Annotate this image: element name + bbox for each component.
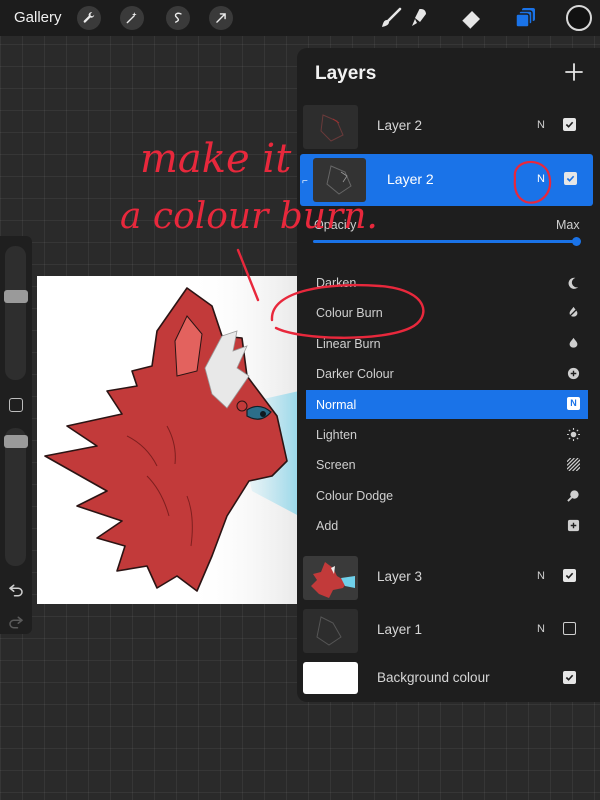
layer-blend-mode[interactable]: N — [537, 623, 545, 635]
blend-mode-normal[interactable]: Normal N — [306, 389, 588, 419]
sun-icon — [567, 428, 580, 441]
magnifier-icon — [567, 490, 579, 502]
modify-button[interactable] — [9, 398, 23, 412]
annotation-text-line-1: make it — [140, 136, 292, 182]
blend-mode-label: Colour Dodge — [316, 488, 394, 503]
selected-layer-row[interactable]: ⌐ Layer 2 N — [300, 154, 593, 206]
checkmark-icon — [565, 572, 574, 579]
blend-mode-label: Darker Colour — [316, 367, 394, 382]
layer-visibility-checkbox[interactable] — [563, 118, 576, 131]
magic-wand-icon[interactable] — [120, 6, 144, 30]
layer-row[interactable]: Layer 1 N — [297, 606, 600, 656]
transform-icon[interactable] — [209, 6, 233, 30]
layer-name: Layer 1 — [377, 622, 423, 637]
wrench-icon[interactable] — [77, 6, 101, 30]
blend-mode-add[interactable]: Add — [306, 511, 588, 540]
burn-icon — [568, 307, 579, 318]
blend-mode-colour-dodge[interactable]: Colour Dodge — [306, 481, 588, 510]
flame-icon — [569, 337, 578, 348]
opacity-max-value: Max — [556, 218, 580, 232]
layers-icon[interactable] — [512, 4, 540, 32]
blend-mode-label: Darken — [316, 276, 357, 290]
background-colour-swatch[interactable] — [303, 662, 358, 694]
layer-name: Layer 2 — [387, 171, 434, 187]
layer-blend-mode[interactable]: N — [537, 119, 545, 131]
background-colour-row[interactable]: Background colour — [297, 658, 600, 698]
blend-mode-label: Colour Burn — [316, 306, 383, 321]
brush-icon[interactable] — [377, 4, 405, 32]
eraser-icon[interactable] — [457, 4, 485, 32]
layer-thumbnail — [313, 158, 366, 202]
opacity-label: Opacity — [314, 218, 357, 232]
layer-name: Layer 2 — [377, 118, 423, 133]
opacity-slider-knob[interactable] — [572, 237, 581, 246]
moon-icon — [568, 277, 579, 289]
add-layer-icon[interactable] — [562, 60, 586, 84]
n-badge-icon: N — [567, 396, 580, 410]
layer-name: Layer 3 — [377, 569, 423, 584]
layer-blend-mode[interactable]: N — [537, 570, 545, 582]
drawing-canvas[interactable] — [37, 276, 299, 604]
blend-mode-label: Linear Burn — [316, 336, 381, 351]
brush-opacity-slider[interactable] — [5, 428, 26, 566]
plus-square-icon — [567, 520, 580, 532]
layers-title: Layers — [315, 63, 377, 84]
blend-mode-darken[interactable]: Darken — [306, 268, 588, 297]
layer-visibility-checkbox[interactable] — [564, 172, 577, 185]
checkmark-icon — [565, 674, 574, 681]
blend-mode-label: Lighten — [316, 428, 358, 442]
selection-icon[interactable] — [166, 6, 190, 30]
clip-bracket-icon: ⌐ — [302, 176, 308, 187]
gallery-button[interactable]: Gallery — [14, 9, 62, 26]
brush-size-thumb[interactable] — [4, 290, 28, 303]
plus-circle-icon — [567, 368, 580, 380]
brush-opacity-thumb[interactable] — [4, 434, 28, 448]
blend-mode-colour-burn[interactable]: Colour Burn — [306, 298, 588, 327]
blend-mode-list: Darken Colour Burn Linear Burn Darker Colou… — [306, 268, 588, 542]
fox-artwork — [44, 276, 299, 604]
layer-visibility-checkbox[interactable] — [563, 671, 576, 684]
blend-mode-linear-burn[interactable]: Linear Burn — [306, 329, 588, 358]
layer-blend-mode[interactable]: N — [537, 173, 545, 185]
layer-visibility-checkbox[interactable] — [563, 569, 576, 582]
hatch-icon — [567, 458, 580, 472]
undo-icon[interactable] — [7, 580, 25, 598]
layer-row[interactable]: Layer 3 N — [297, 553, 600, 603]
opacity-slider[interactable] — [313, 240, 577, 243]
layer-row[interactable]: Layer 2 N — [297, 102, 600, 152]
checkmark-icon — [566, 175, 575, 182]
layer-thumbnail — [303, 609, 358, 653]
layer-visibility-checkbox[interactable] — [563, 622, 576, 635]
top-toolbar: Gallery — [0, 0, 600, 36]
blend-mode-darker-colour[interactable]: Darker Colour — [306, 359, 588, 388]
blend-mode-label: Normal — [316, 397, 357, 412]
left-sidebar — [0, 236, 32, 634]
blend-mode-label: Screen — [316, 458, 356, 473]
layer-thumbnail — [303, 556, 358, 600]
layer-name: Background colour — [377, 670, 490, 685]
redo-icon[interactable] — [7, 612, 25, 630]
checkmark-icon — [565, 121, 574, 128]
smudge-icon[interactable] — [405, 4, 433, 32]
brush-size-slider[interactable] — [5, 246, 26, 380]
blend-mode-label: Add — [316, 519, 339, 534]
layer-thumbnail — [303, 105, 358, 149]
blend-mode-screen[interactable]: Screen — [306, 450, 588, 479]
blend-mode-lighten[interactable]: Lighten — [306, 420, 588, 449]
color-well[interactable] — [566, 5, 592, 31]
